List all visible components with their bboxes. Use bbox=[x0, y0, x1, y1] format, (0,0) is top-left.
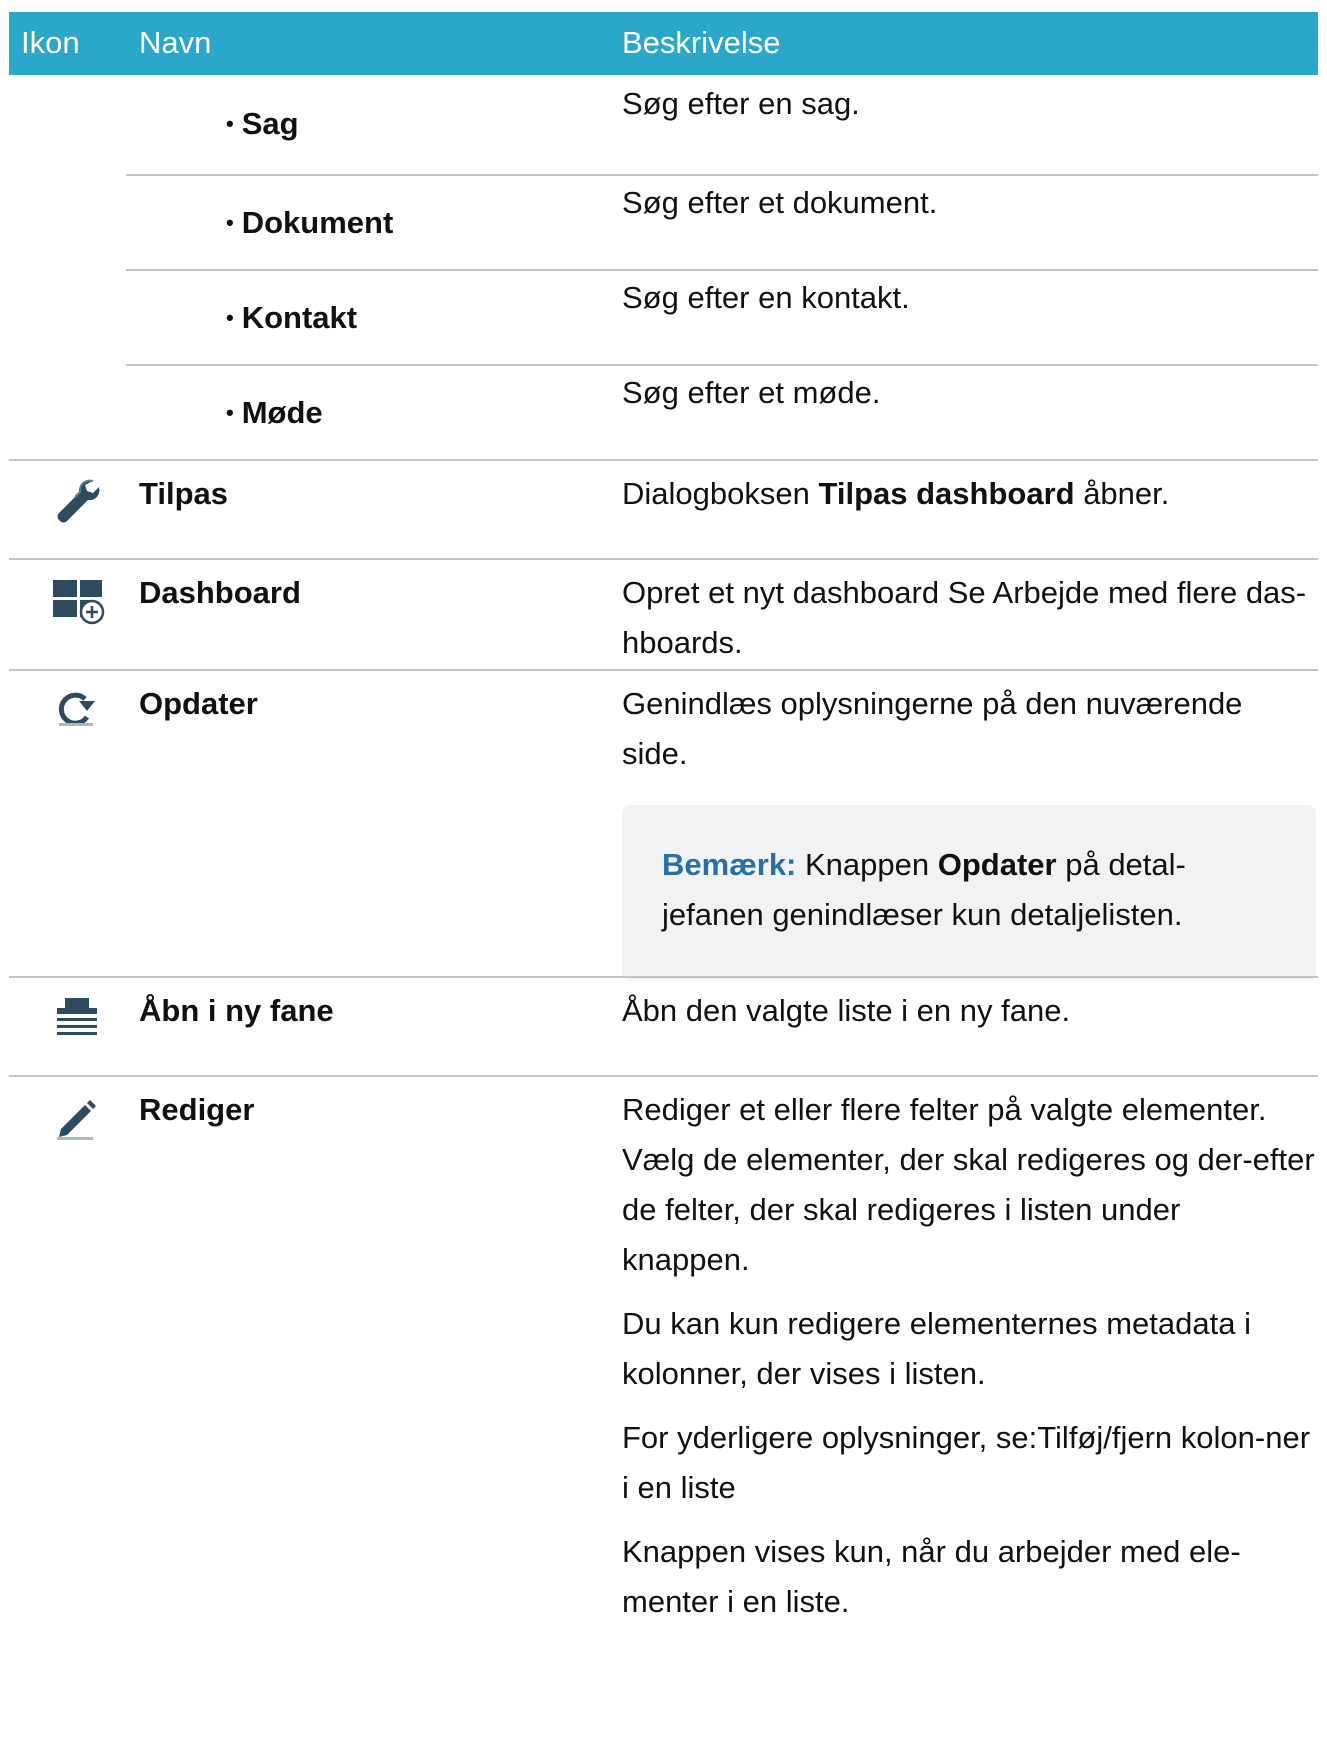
description-paragraph: Du kan kun redigere elementernes metadat… bbox=[622, 1306, 1251, 1391]
description-sag: Søg efter en sag. bbox=[622, 86, 860, 121]
note-label: Bemærk: bbox=[662, 847, 797, 882]
table-row-kontakt: Kontakt Søg efter en kontakt. bbox=[9, 271, 1318, 364]
table-row-aabn-i-ny-fane: Åbn i ny fane Åbn den valgte liste i en … bbox=[9, 978, 1318, 1075]
table-row-dashboard: Dashboard Opret et nyt dashboard Se Arbe… bbox=[9, 560, 1318, 669]
note-text: Bemærk: Knappen Opdater på detal-jefanen… bbox=[662, 847, 1186, 932]
note-box: Bemærk: Knappen Opdater på detal-jefanen… bbox=[622, 805, 1316, 980]
table-row-sag: Sag Søg efter en sag. bbox=[9, 75, 1318, 170]
description-paragraph: Rediger et eller flere felter på valgte … bbox=[622, 1092, 1315, 1277]
header-description-column: Beskrivelse bbox=[622, 25, 781, 60]
name-dashboard: Dashboard bbox=[139, 575, 301, 610]
description-tilpas: Dialogboksen Tilpas dashboard åbner. bbox=[622, 476, 1170, 511]
description-paragraph: For yderligere oplysninger, se:Tilføj/fj… bbox=[622, 1420, 1311, 1505]
description-moede: Søg efter et møde. bbox=[622, 375, 881, 410]
list-item-moede: Møde bbox=[226, 388, 323, 441]
table-row-dokument: Dokument Søg efter et dokument. bbox=[9, 176, 1318, 269]
description-dashboard: Opret et nyt dashboard Se Arbejde med fl… bbox=[622, 575, 1307, 660]
description-rediger: Rediger et eller flere felter på valgte … bbox=[622, 1085, 1316, 1641]
description-paragraph: Knappen vises kun, når du arbejder med e… bbox=[622, 1534, 1241, 1619]
name-aabn-i-ny-fane: Åbn i ny fane bbox=[139, 993, 334, 1028]
wrench-icon bbox=[49, 473, 105, 529]
list-item-sag: Sag bbox=[226, 99, 299, 152]
description-opdater: Genindlæs oplysningerne på den nuværende… bbox=[622, 686, 1243, 771]
refresh-icon bbox=[49, 681, 105, 737]
header-icon-column: Ikon bbox=[21, 25, 80, 60]
table-row-tilpas: Tilpas Dialogboksen Tilpas dashboard åbn… bbox=[9, 461, 1318, 558]
table-row-moede: Møde Søg efter et møde. bbox=[9, 366, 1318, 459]
name-opdater: Opdater bbox=[139, 686, 258, 721]
pencil-icon bbox=[49, 1089, 105, 1145]
dashboard-add-icon bbox=[49, 572, 105, 628]
description-kontakt: Søg efter en kontakt. bbox=[622, 280, 910, 315]
table-row-rediger: Rediger Rediger et eller flere felter på… bbox=[9, 1077, 1318, 1747]
header-name-column: Navn bbox=[139, 25, 212, 60]
name-rediger: Rediger bbox=[139, 1092, 255, 1127]
table-row-opdater: Opdater Genindlæs oplysningerne på den n… bbox=[9, 671, 1318, 980]
open-in-new-tab-icon bbox=[49, 990, 105, 1046]
description-dokument: Søg efter et dokument. bbox=[622, 185, 938, 220]
description-aabn-i-ny-fane: Åbn den valgte liste i en ny fane. bbox=[622, 993, 1071, 1028]
name-tilpas: Tilpas bbox=[139, 476, 229, 511]
table-header: Ikon Navn Beskrivelse bbox=[9, 12, 1318, 75]
list-item-dokument: Dokument bbox=[226, 198, 394, 251]
list-item-kontakt: Kontakt bbox=[226, 293, 357, 346]
